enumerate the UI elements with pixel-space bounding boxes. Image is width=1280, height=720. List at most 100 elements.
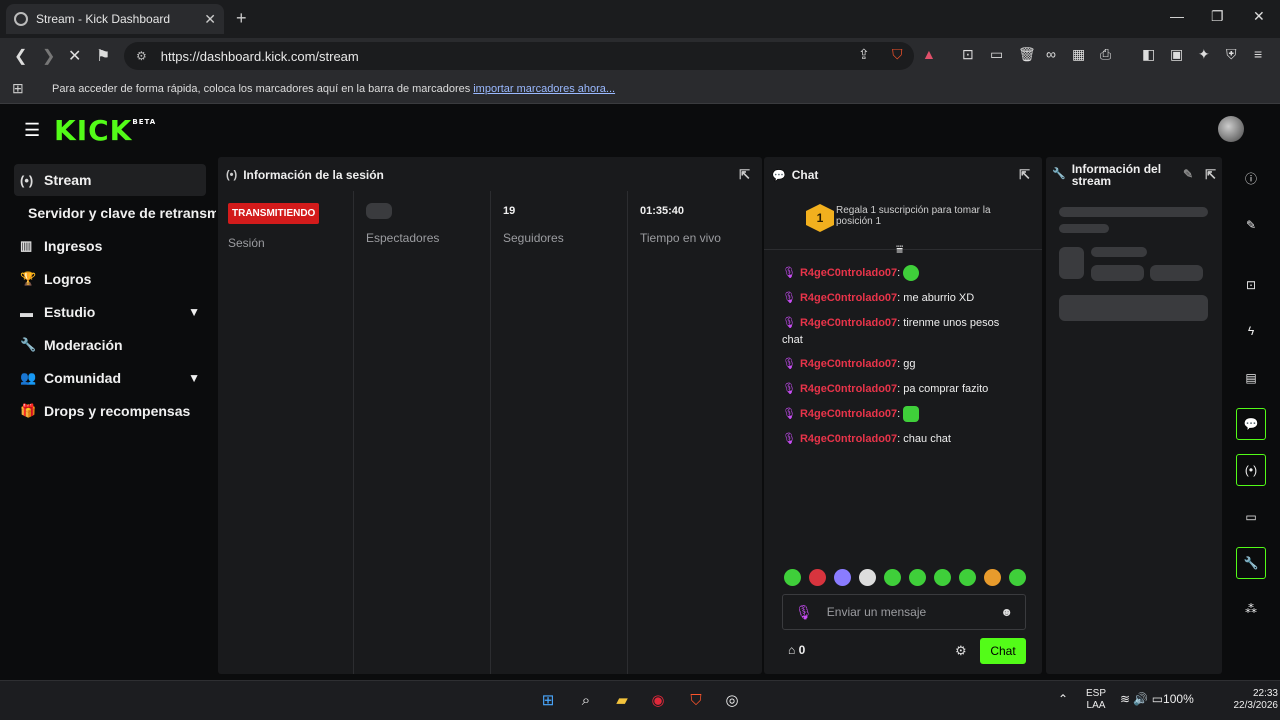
maximize-icon[interactable]: ❐	[1211, 8, 1224, 25]
wrench-toggle-icon[interactable]: 🔧	[1236, 547, 1266, 579]
emoji-icon[interactable]: ☻	[1000, 605, 1013, 619]
emote-icon[interactable]	[984, 569, 1001, 586]
browser-tab[interactable]: Stream - Kick Dashboard ✕	[6, 4, 224, 34]
brave-rewards-icon[interactable]: ▲	[922, 46, 936, 62]
send-chat-button[interactable]: Chat	[980, 638, 1026, 664]
clock[interactable]: 22:33 22/3/2026	[1218, 688, 1279, 712]
stop-icon[interactable]: ✕	[68, 46, 81, 66]
edit-icon[interactable]: ✎	[1236, 209, 1266, 241]
chat-message: 🎙 R4geC0ntrolado07: pa comprar fazito	[782, 381, 1022, 398]
qr-icon[interactable]: ▦	[1072, 46, 1085, 63]
chat-username[interactable]: R4geC0ntrolado07	[800, 433, 897, 445]
close-window-icon[interactable]: ✕	[1253, 8, 1265, 25]
chat-username[interactable]: R4geC0ntrolado07	[800, 292, 897, 304]
chat-username[interactable]: R4geC0ntrolado07	[800, 267, 897, 279]
url-text: https://dashboard.kick.com/stream	[160, 48, 359, 64]
filter-icon[interactable]: ⩸	[896, 242, 903, 257]
followers-column: 19 Seguidores	[490, 191, 627, 674]
popout-icon[interactable]: ⇱	[1205, 167, 1216, 183]
close-tab-icon[interactable]: ✕	[204, 11, 216, 28]
hamburger-menu-icon[interactable]: ☰	[24, 120, 40, 141]
chat-username[interactable]: R4geC0ntrolado07	[800, 358, 897, 370]
sidebar-item-logros[interactable]: 🏆 Logros	[14, 263, 206, 295]
broadcast-toggle-icon[interactable]: (•)	[1236, 454, 1266, 486]
session-info-panel: (•) Información de la sesión ⇱ TRANSMITI…	[218, 157, 762, 674]
leo-icon[interactable]: ✦	[1198, 46, 1210, 63]
chat-settings-icon[interactable]: ⚙	[955, 643, 967, 659]
sidebar-item-ingresos[interactable]: ▥ Ingresos	[14, 230, 206, 262]
avatar[interactable]	[1218, 116, 1244, 142]
bookmark-icon[interactable]: ⚑	[96, 46, 110, 66]
minimize-icon[interactable]: —	[1170, 8, 1184, 24]
link-icon[interactable]: ∞	[1046, 46, 1056, 62]
brave-shield-icon[interactable]: ⛉	[892, 46, 903, 63]
chat-input[interactable]: 🎙 Enviar un mensaje ☻	[782, 594, 1026, 630]
url-bar[interactable]: ⚙ https://dashboard.kick.com/stream	[124, 42, 914, 70]
chat-message: 🎙 R4geC0ntrolado07: chau chat	[782, 431, 1022, 448]
print-icon[interactable]: ⎙	[1100, 46, 1111, 63]
sidebar-item-estudio[interactable]: ▬ Estudio ▼	[14, 296, 206, 328]
emote-icon[interactable]	[884, 569, 901, 586]
forward-icon[interactable]: ❯	[42, 46, 55, 66]
chat-username[interactable]: R4geC0ntrolado07	[800, 383, 897, 395]
layout-icon[interactable]: ▭	[1236, 501, 1266, 533]
edit-icon[interactable]: ✎	[1183, 167, 1193, 181]
back-icon[interactable]: ❮	[14, 46, 27, 66]
mic-icon: 🎙	[782, 292, 796, 304]
stream-info-header: 🔧 Información del stream ✎ ⇱	[1052, 163, 1216, 187]
import-bookmarks-link[interactable]: importar marcadores ahora...	[473, 83, 615, 95]
info-icon[interactable]: ⓘ	[1236, 162, 1266, 194]
emote-icon[interactable]	[859, 569, 876, 586]
mic-icon: 🎙	[782, 267, 796, 279]
community-icon[interactable]: ⁂	[1236, 593, 1266, 625]
sidebar-item-server-key[interactable]: Servidor y clave de retransm	[28, 197, 216, 229]
chevron-up-icon[interactable]: ⌃	[1058, 692, 1068, 706]
windows-start-icon[interactable]: ⊞	[536, 688, 560, 712]
loading-skeleton	[1150, 265, 1203, 281]
apps-grid-icon[interactable]: ⊞	[12, 80, 24, 97]
chat-input-placeholder: Enviar un mensaje	[826, 605, 927, 619]
obs-icon[interactable]: ◎	[720, 688, 744, 712]
new-tab-icon[interactable]: +	[236, 8, 247, 29]
emote-icon[interactable]	[934, 569, 951, 586]
kick-logo[interactable]: KICKBETA	[54, 114, 156, 147]
share-icon[interactable]: ⇪	[858, 46, 870, 63]
emote-icon[interactable]	[959, 569, 976, 586]
emote-icon[interactable]	[909, 569, 926, 586]
brave-browser-icon[interactable]: ⛉	[684, 688, 708, 712]
trash-icon[interactable]: 🗑	[1018, 46, 1036, 63]
search-icon[interactable]: ⌕	[574, 688, 598, 712]
app-icon[interactable]: ◉	[646, 688, 670, 712]
language-indicator[interactable]: ESP LAA	[1086, 688, 1106, 712]
broadcast-icon: (•)	[226, 169, 238, 181]
popout-icon[interactable]: ⇱	[1019, 167, 1030, 183]
screenshot-icon[interactable]: ⊡	[962, 46, 974, 63]
chat-username[interactable]: R4geC0ntrolado07	[800, 408, 897, 420]
sidebar-toggle-icon[interactable]: ◧	[1142, 46, 1155, 63]
sidebar-item-stream[interactable]: (•) Stream	[14, 164, 206, 196]
reader-icon[interactable]: ▭	[990, 46, 1003, 63]
scan-icon[interactable]: ⊡	[1236, 269, 1266, 301]
sidebar-item-drops[interactable]: 🎁 Drops y recompensas	[14, 395, 206, 427]
menu-icon[interactable]: ≡	[1254, 46, 1262, 62]
wallet-icon[interactable]: ▣	[1170, 46, 1183, 63]
lightning-icon[interactable]: ϟ	[1236, 315, 1266, 347]
file-explorer-icon[interactable]: ▰	[610, 688, 634, 712]
sidebar-item-moderacion[interactable]: 🔧 Moderación	[14, 329, 206, 361]
vpn-icon[interactable]: ⛨	[1226, 46, 1237, 63]
sidebar-item-comunidad[interactable]: 👥 Comunidad ▼	[14, 362, 206, 394]
panel-title: Información del stream	[1071, 162, 1162, 188]
emote-icon[interactable]	[1009, 569, 1026, 586]
sidebar-item-label: Drops y recompensas	[44, 403, 191, 419]
emote-icon[interactable]	[834, 569, 851, 586]
network-volume-battery[interactable]: ≋ 🔊 ▭100%	[1120, 692, 1194, 706]
site-settings-icon[interactable]: ⚙	[136, 49, 147, 63]
points-display[interactable]: ⌂ 0	[788, 643, 805, 657]
chat-toggle-icon[interactable]: 💬	[1236, 408, 1266, 440]
viewers-column: Espectadores	[353, 191, 490, 674]
notes-icon[interactable]: ▤	[1236, 362, 1266, 394]
chat-username[interactable]: R4geC0ntrolado07	[800, 317, 897, 329]
emote-icon[interactable]	[784, 569, 801, 586]
emote-icon[interactable]	[809, 569, 826, 586]
popout-icon[interactable]: ⇱	[739, 167, 750, 183]
